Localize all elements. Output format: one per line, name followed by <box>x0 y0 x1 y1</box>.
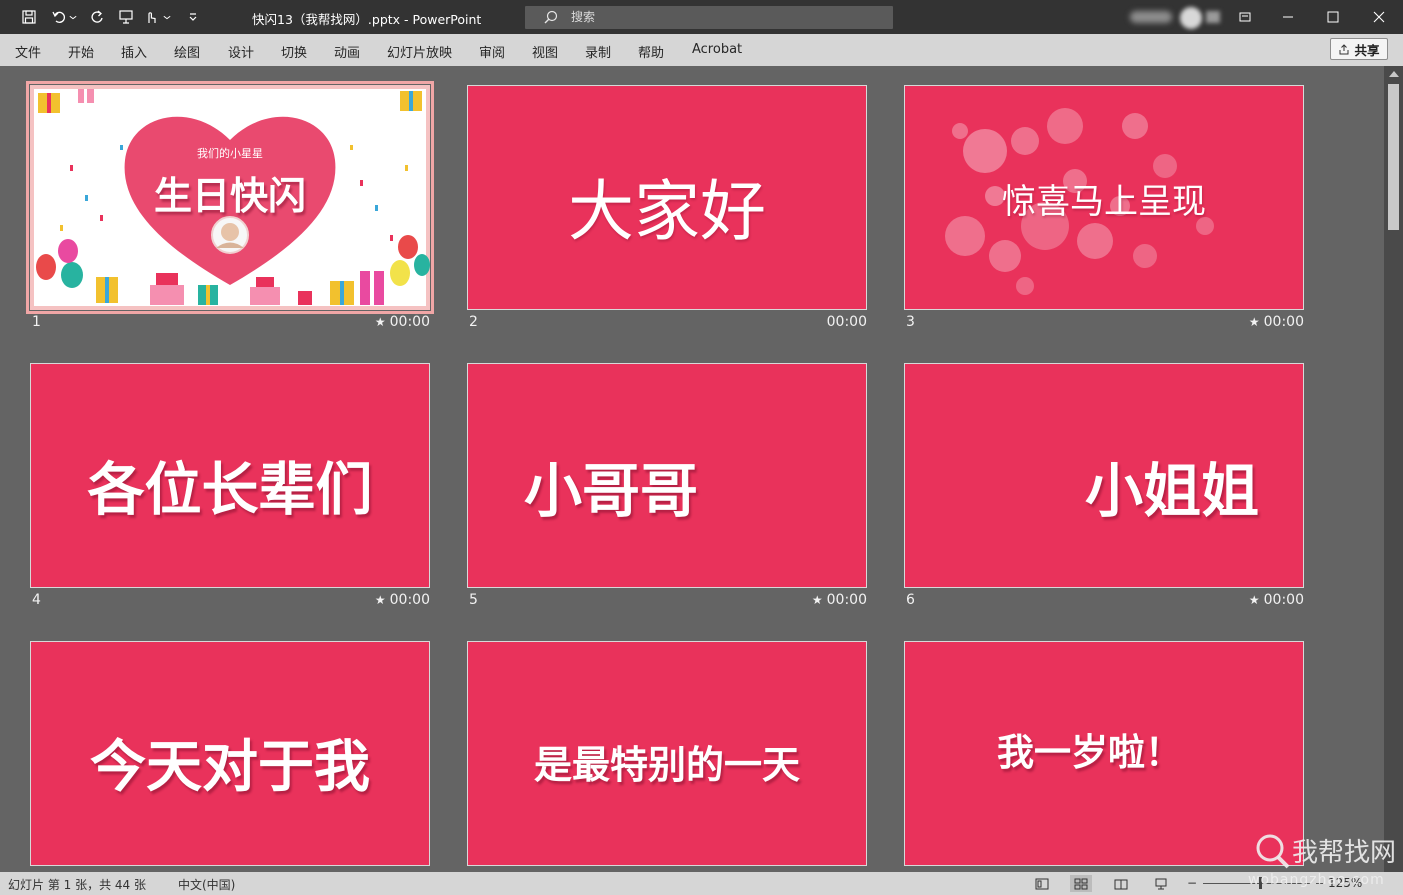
vertical-scrollbar[interactable] <box>1384 66 1403 872</box>
tab-slideshow[interactable]: 幻灯片放映 <box>387 42 452 61</box>
slide-9-text: 我一岁啦！ <box>997 731 1182 774</box>
search-input[interactable] <box>571 9 871 25</box>
tab-file[interactable]: 文件 <box>15 42 41 61</box>
tab-draw[interactable]: 绘图 <box>174 42 200 61</box>
slide-thumbnail-4[interactable]: 各位长辈们 <box>30 363 430 588</box>
tab-home[interactable]: 开始 <box>68 42 94 61</box>
document-title: 快闪13（我帮找网）.pptx - PowerPoint <box>252 12 482 27</box>
slide-timing-3: ★ 00:00 <box>1248 314 1304 330</box>
slide-thumbnail-8[interactable]: 是最特别的一天 <box>467 641 867 866</box>
slide-8-text: 是最特别的一天 <box>533 743 800 787</box>
tab-acrobat[interactable]: Acrobat <box>692 42 742 57</box>
slide-number-6: 6 <box>906 592 915 608</box>
slide-thumbnail-5[interactable]: 小哥哥 <box>467 363 867 588</box>
slide-number-1: 1 <box>32 314 41 330</box>
tab-review[interactable]: 审阅 <box>479 42 505 61</box>
maximize-icon[interactable] <box>1324 8 1342 26</box>
normal-view-icon[interactable] <box>1031 875 1053 892</box>
slide-number-2: 2 <box>469 314 478 330</box>
slide-thumbnail-7[interactable]: 今天对于我 <box>30 641 430 866</box>
minimize-icon[interactable] <box>1279 8 1297 26</box>
tab-design[interactable]: 设计 <box>228 42 254 61</box>
slide-thumbnail-6[interactable]: 小姐姐 <box>904 363 1304 588</box>
slide-2-text: 大家好 <box>568 173 766 250</box>
ribbon-display-icon[interactable] <box>1236 8 1254 26</box>
animation-star-icon: ★ <box>374 315 386 329</box>
save-icon[interactable] <box>20 8 38 26</box>
slide-number-5: 5 <box>469 592 478 608</box>
touch-dropdown-icon[interactable] <box>162 8 172 26</box>
slide-6-text: 小姐姐 <box>1085 457 1260 525</box>
slide-thumbnail-9[interactable]: 我一岁啦！ <box>904 641 1304 866</box>
search-icon <box>544 10 558 24</box>
slide-timing-1: ★ 00:00 <box>374 314 430 330</box>
tab-transitions[interactable]: 切换 <box>281 42 307 61</box>
slide-thumbnail-3[interactable]: 惊喜马上呈现 <box>904 85 1304 310</box>
share-icon <box>1339 44 1349 55</box>
tab-insert[interactable]: 插入 <box>121 42 147 61</box>
scroll-up-icon[interactable] <box>1389 71 1399 77</box>
slide-number-3: 3 <box>906 314 915 330</box>
status-bar: 幻灯片 第 1 张，共 44 张 中文(中国) − 125% <box>0 872 1403 895</box>
redo-icon[interactable] <box>88 8 106 26</box>
slide-thumbnail-2[interactable]: 大家好 <box>467 85 867 310</box>
present-icon[interactable] <box>117 8 135 26</box>
slide-1-subtitle: 我们的小星星 <box>197 147 263 160</box>
zoom-slider[interactable] <box>1203 883 1323 884</box>
slide-sorter: 我们的小星星 生日快闪 1 ★ 00:00 大家好 2 00:00 惊喜马上呈现 … <box>0 66 1384 872</box>
zoom-out-icon[interactable]: − <box>1187 876 1197 890</box>
undo-icon[interactable] <box>50 8 68 26</box>
touch-mode-icon[interactable] <box>142 8 160 26</box>
slide-number-4: 4 <box>32 592 41 608</box>
title-bar: 快闪13（我帮找网）.pptx - PowerPoint <box>0 0 1403 34</box>
share-label: 共享 <box>1354 42 1380 58</box>
slideshow-view-icon[interactable] <box>1150 875 1172 892</box>
scrollbar-thumb[interactable] <box>1388 84 1399 230</box>
zoom-level[interactable]: 125% <box>1328 876 1362 890</box>
slide-timing-4: ★ 00:00 <box>374 592 430 608</box>
slide-timing-5: ★ 00:00 <box>811 592 867 608</box>
undo-dropdown-icon[interactable] <box>68 8 78 26</box>
animation-star-icon: ★ <box>1248 593 1260 607</box>
tab-view[interactable]: 视图 <box>532 42 558 61</box>
slide-5-text: 小哥哥 <box>524 457 699 525</box>
animation-star-icon: ★ <box>1248 315 1260 329</box>
slide-7-text: 今天对于我 <box>90 735 370 800</box>
slide-sorter-view-icon[interactable] <box>1070 875 1092 892</box>
tab-record[interactable]: 录制 <box>585 42 611 61</box>
slide-thumbnail-1[interactable]: 我们的小星星 生日快闪 <box>26 81 434 314</box>
reading-view-icon[interactable] <box>1110 875 1132 892</box>
animation-star-icon: ★ <box>374 593 386 607</box>
customize-icon[interactable] <box>184 8 202 26</box>
ribbon-tabs: 文件 开始 插入 绘图 设计 切换 动画 幻灯片放映 审阅 视图 录制 帮助 A… <box>0 34 1403 66</box>
slide-count-status: 幻灯片 第 1 张，共 44 张 <box>8 878 146 892</box>
close-icon[interactable] <box>1370 8 1388 26</box>
slide-4-text: 各位长辈们 <box>87 457 373 523</box>
search-box[interactable] <box>525 6 893 29</box>
slide-1-title: 生日快闪 <box>153 174 306 218</box>
zoom-slider-thumb[interactable] <box>1259 877 1262 889</box>
slide-timing-6: ★ 00:00 <box>1248 592 1304 608</box>
slide-3-text: 惊喜马上呈现 <box>1002 182 1206 222</box>
tab-help[interactable]: 帮助 <box>638 42 664 61</box>
account-area[interactable] <box>1130 7 1230 29</box>
language-status[interactable]: 中文(中国) <box>178 876 235 893</box>
tab-animations[interactable]: 动画 <box>334 42 360 61</box>
slide-timing-2: 00:00 <box>826 314 867 330</box>
share-button[interactable]: 共享 <box>1330 38 1388 60</box>
animation-star-icon: ★ <box>811 593 823 607</box>
